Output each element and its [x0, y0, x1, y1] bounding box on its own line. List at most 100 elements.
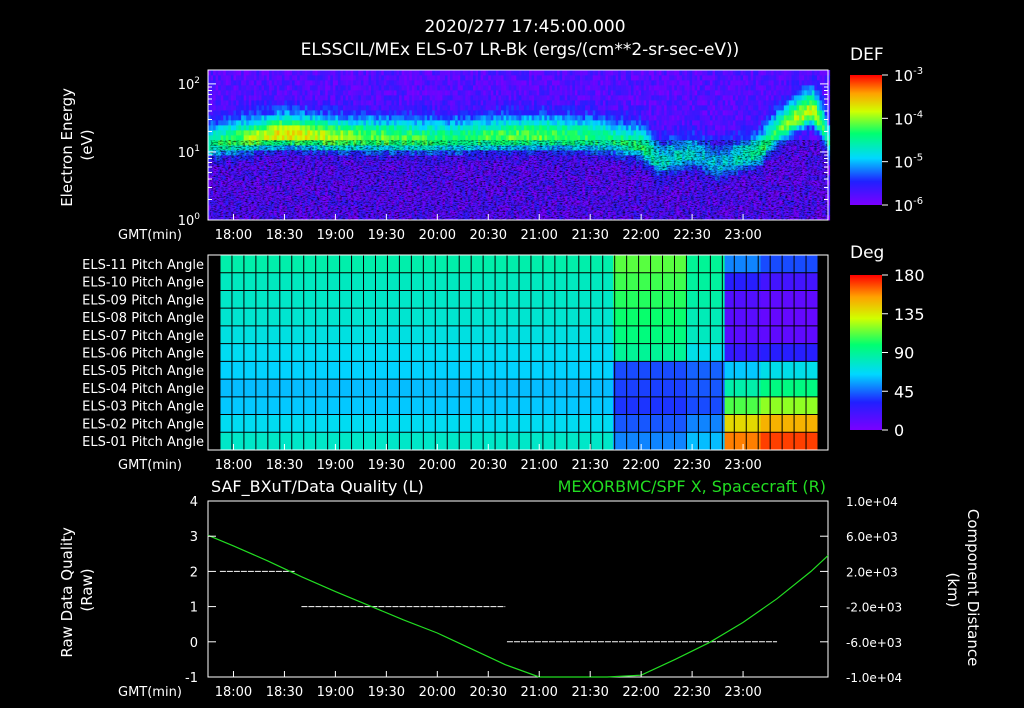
spectrogram-cell: [450, 105, 454, 111]
spectrogram-cell: [508, 75, 512, 81]
spectrogram-cell: [523, 80, 527, 86]
spectrogram-cell: [495, 125, 499, 131]
spectrogram-cell: [615, 75, 619, 81]
spectrogram-cell: [602, 125, 606, 131]
spectrogram-cell: [452, 120, 456, 126]
spectrogram-cell: [615, 105, 619, 111]
spectrogram-cell: [422, 80, 425, 86]
spectrogram-cell: [427, 75, 431, 81]
spectrogram-cell: [574, 100, 578, 106]
spectrogram-cell: [597, 75, 601, 81]
spectrogram-cell: [511, 130, 515, 136]
spectrogram-cell: [549, 100, 553, 106]
spectrogram-cell: [467, 105, 471, 111]
spectrogram-cell: [618, 110, 622, 116]
spectrogram-cell: [595, 110, 599, 116]
spectrogram-cell: [233, 120, 237, 126]
spectrogram-cell: [383, 120, 387, 126]
spectrogram-cell: [394, 120, 397, 126]
spectrogram-cell: [213, 110, 217, 116]
spectrogram-cell: [551, 100, 555, 106]
spectrogram-cell: [261, 75, 265, 81]
spectrogram-cell: [442, 80, 446, 86]
spectrogram-cell: [516, 115, 520, 121]
spectrogram-cell: [350, 110, 354, 116]
spectrogram-cell: [220, 125, 224, 131]
spectrogram-cell: [241, 105, 245, 111]
spectrogram-cell: [210, 120, 214, 126]
spectrogram-cell: [215, 80, 219, 86]
spectrogram-cell: [373, 85, 377, 91]
spectrogram-cell: [419, 105, 423, 111]
spectrogram-cell: [498, 80, 502, 86]
spectrogram-cell: [253, 95, 257, 101]
spectrogram-cell: [434, 130, 438, 136]
spectrogram-cell: [493, 135, 497, 141]
spectrogram-cell: [383, 135, 387, 141]
spectrogram-cell: [215, 70, 219, 76]
spectrogram-cell: [506, 70, 510, 76]
spectrogram-cell: [585, 125, 589, 131]
spectrogram-cell: [485, 115, 489, 121]
spectrogram-cell: [549, 125, 553, 131]
spectrogram-cell: [391, 90, 395, 96]
spectrogram-cell: [299, 70, 303, 76]
spectrogram-cell: [503, 110, 507, 116]
spectrogram-cell: [574, 130, 578, 136]
spectrogram-cell: [335, 135, 339, 141]
spectrogram-cell: [569, 100, 573, 106]
spectrogram-cell: [256, 120, 260, 126]
spectrogram-cell: [559, 135, 563, 141]
spectrogram-cell: [551, 95, 555, 101]
spectrogram-cell: [592, 135, 596, 141]
spectrogram-cell: [551, 80, 555, 86]
spectrogram-cell: [592, 125, 596, 131]
spectrogram-cell: [587, 95, 591, 101]
spectrogram-cell: [391, 100, 395, 106]
spectrogram-cell: [396, 110, 400, 116]
spectrogram-cell: [353, 120, 357, 126]
spectrogram-cell: [501, 125, 504, 131]
spectrogram-cell: [503, 115, 507, 121]
spectrogram-cell: [274, 95, 278, 101]
spectrogram-cell: [289, 70, 293, 76]
spectrogram-cell: [554, 70, 558, 76]
spectrogram-cell: [518, 85, 522, 91]
spectrogram-cell: [513, 125, 517, 131]
spectrogram-cell: [513, 105, 517, 111]
spectrogram-cell: [220, 135, 224, 141]
spectrogram-cell: [320, 115, 324, 121]
spectrogram-cell: [218, 130, 222, 136]
spectrogram-cell: [373, 90, 377, 96]
spectrogram-cell: [523, 90, 527, 96]
spectrogram-cell: [518, 125, 522, 131]
spectrogram-cell: [518, 95, 522, 101]
spectrogram-cell: [383, 115, 387, 121]
spectrogram-cell: [427, 90, 431, 96]
spectrogram-cell: [264, 100, 268, 106]
spectrogram-cell: [434, 125, 438, 131]
spectrogram-cell: [498, 75, 502, 81]
spectrogram-cell: [623, 120, 627, 126]
spectrogram-cell: [399, 85, 403, 91]
spectrogram-cell: [373, 135, 377, 141]
spectrogram-cell: [582, 135, 586, 141]
spectrogram-cell: [437, 75, 441, 81]
spectrogram-cell: [536, 95, 540, 101]
spectrogram-cell: [383, 110, 387, 116]
spectrogram-cell: [501, 135, 504, 141]
spectrogram-cell: [437, 120, 441, 126]
spectrogram-cell: [444, 130, 448, 136]
spectrogram-cell: [345, 100, 349, 106]
spectrogram-cell: [511, 135, 515, 141]
spectrogram-cell: [348, 75, 352, 81]
spectrogram-cell: [322, 130, 326, 136]
spectrogram-cell: [337, 125, 341, 131]
spectrogram-cell: [618, 105, 622, 111]
spectrogram-cell: [343, 85, 346, 91]
spectrogram-cell: [493, 80, 497, 86]
spectrogram-cell: [450, 110, 454, 116]
spectrogram-cell: [544, 70, 548, 76]
spectrogram-cell: [394, 125, 397, 131]
spectrogram-cell: [422, 75, 425, 81]
